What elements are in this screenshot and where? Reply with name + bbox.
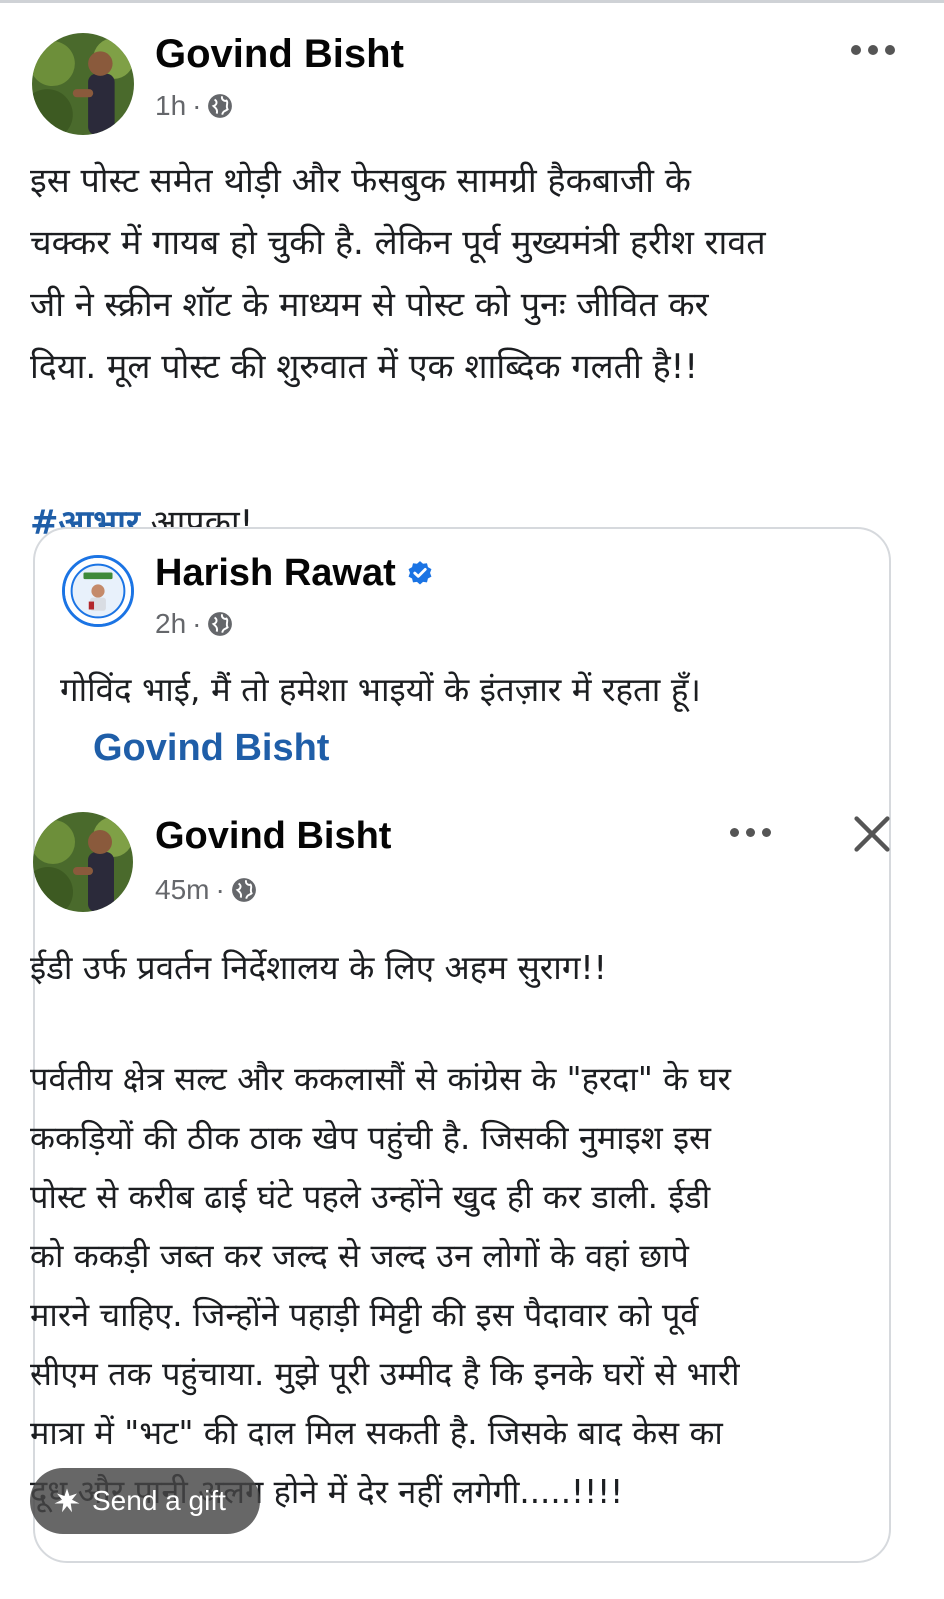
gift-icon [54,1488,80,1513]
meta-separator: · [192,608,202,639]
more-dot [762,828,771,837]
globe-icon [208,94,233,118]
more-dot [868,45,878,55]
mention-link[interactable]: Govind Bisht [93,727,329,770]
close-icon [854,816,890,852]
more-dot [885,45,895,55]
more-options-button[interactable] [851,45,895,55]
globe-icon [208,612,233,636]
post-time[interactable]: 1h [155,90,186,122]
screenshot-post-meta: 45m · [155,874,257,906]
screenshot-post-body: पर्वतीय क्षेत्र सल्ट और ककलासौं से कांग्… [30,1060,740,1511]
more-dots-icon [730,828,739,837]
avatar[interactable] [32,33,134,135]
more-dots-icon [851,45,861,55]
shared-author-name: Harish Rawat [155,552,434,595]
screenshot-avatar [33,812,133,912]
globe-icon [231,878,256,902]
screenshot-author-name: Govind Bisht [155,815,392,857]
screenshot-more-dots [730,828,771,837]
post-body: इस पोस्ट समेत थोड़ी और फेसबुक सामग्री है… [30,161,766,387]
page-avatar[interactable] [62,555,134,627]
send-gift-button[interactable]: Send a gift [30,1468,260,1534]
shared-post-meta: 2h · [155,608,233,640]
meta-separator: · [215,874,225,905]
more-dot [746,828,755,837]
top-divider [0,0,944,3]
send-gift-label: Send a gift [92,1485,226,1516]
author-name[interactable]: Govind Bisht [155,32,404,77]
verified-badge-icon [408,560,432,584]
shared-post-time[interactable]: 2h [155,608,186,640]
post-meta: 1h · [155,90,233,122]
meta-separator: · [192,90,202,121]
page-name-link[interactable]: Harish Rawat [155,552,396,595]
screenshot-post-headline: ईडी उर्फ प्रवर्तन निर्देशालय के लिए अहम … [30,948,607,987]
screenshot-post-time: 45m [155,874,210,905]
shared-post-body: गोविंद भाई, मैं तो हमेशा भाइयों के इंतज़… [60,670,701,709]
